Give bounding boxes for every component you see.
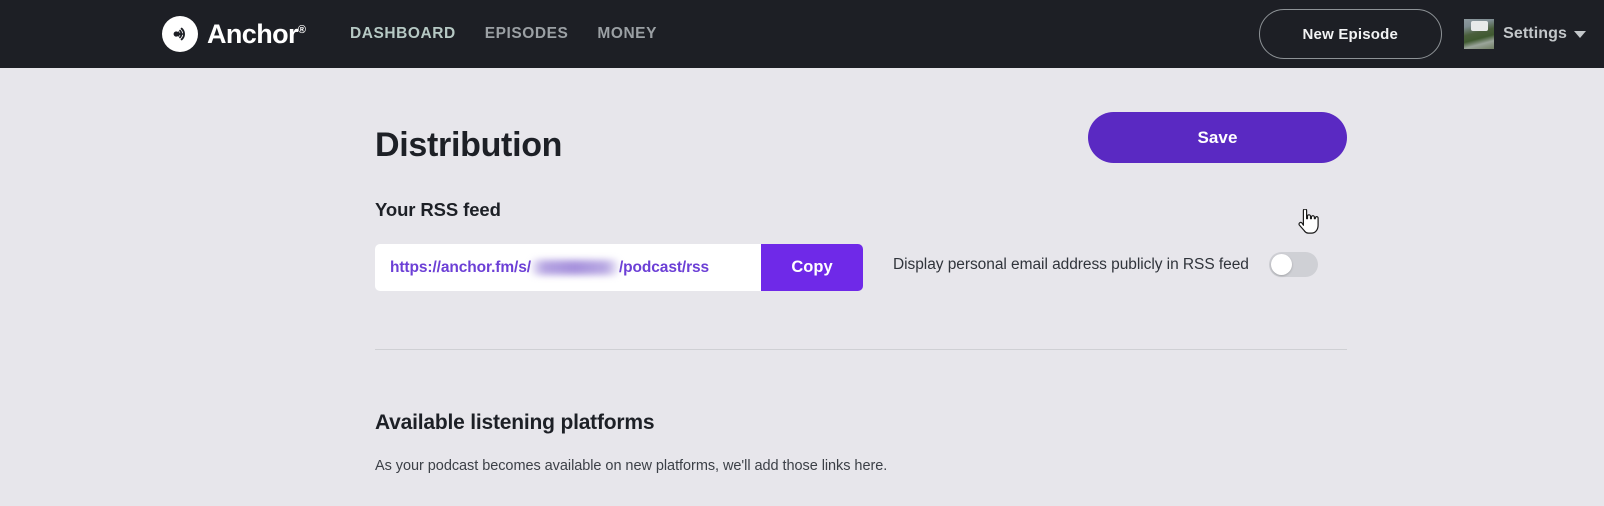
email-visibility-label: Display personal email address publicly … [893, 255, 1249, 273]
email-visibility-toggle[interactable] [1268, 252, 1318, 277]
section-divider [375, 349, 1347, 350]
brand-name-text: Anchor [207, 18, 299, 49]
rss-feed-section-label: Your RSS feed [375, 199, 501, 220]
email-visibility-toggle-row: Display personal email address publicly … [893, 252, 1318, 277]
settings-menu-label: Settings [1503, 25, 1567, 42]
primary-nav: DASHBOARD EPISODES MONEY [350, 25, 657, 43]
settings-menu-trigger[interactable]: Settings [1464, 19, 1586, 49]
top-bar-right-cluster: New Episode Settings [1258, 9, 1586, 59]
app-root: Anchor® DASHBOARD EPISODES MONEY New Epi… [0, 0, 1604, 506]
page-title: Distribution [375, 126, 563, 164]
anchor-wordmark: Anchor® [207, 18, 307, 49]
nav-item-money[interactable]: MONEY [597, 25, 657, 43]
available-platforms-title: Available listening platforms [375, 411, 655, 434]
rss-feed-url-text: https://anchor.fm/s/ /podcast/rss [390, 259, 709, 277]
rss-url-suffix: /podcast/rss [618, 258, 710, 276]
nav-item-dashboard[interactable]: DASHBOARD [350, 25, 456, 43]
rss-url-redacted-segment [531, 260, 618, 275]
chevron-down-icon [1574, 30, 1586, 38]
available-platforms-description: As your podcast becomes available on new… [375, 458, 888, 474]
registered-trademark-symbol: ® [297, 23, 307, 36]
anchor-broadcast-icon [162, 16, 198, 52]
save-button[interactable]: Save [1088, 112, 1347, 163]
copy-rss-url-button[interactable]: Copy [761, 244, 863, 291]
toggle-knob [1270, 254, 1292, 275]
pointing-hand-cursor [1296, 208, 1320, 235]
rss-url-prefix: https://anchor.fm/s/ [390, 258, 531, 276]
distribution-page-content: Distribution Save Your RSS feed https://… [0, 68, 1604, 506]
user-avatar-thumbnail [1464, 19, 1495, 49]
nav-item-episodes[interactable]: EPISODES [485, 25, 569, 43]
rss-feed-url-input[interactable]: https://anchor.fm/s/ /podcast/rss [375, 244, 761, 291]
top-navigation-bar: Anchor® DASHBOARD EPISODES MONEY New Epi… [0, 0, 1604, 68]
anchor-brand-logo[interactable]: Anchor® [162, 16, 306, 52]
new-episode-button[interactable]: New Episode [1258, 9, 1443, 59]
rss-feed-row: https://anchor.fm/s/ /podcast/rss Copy [375, 244, 863, 291]
